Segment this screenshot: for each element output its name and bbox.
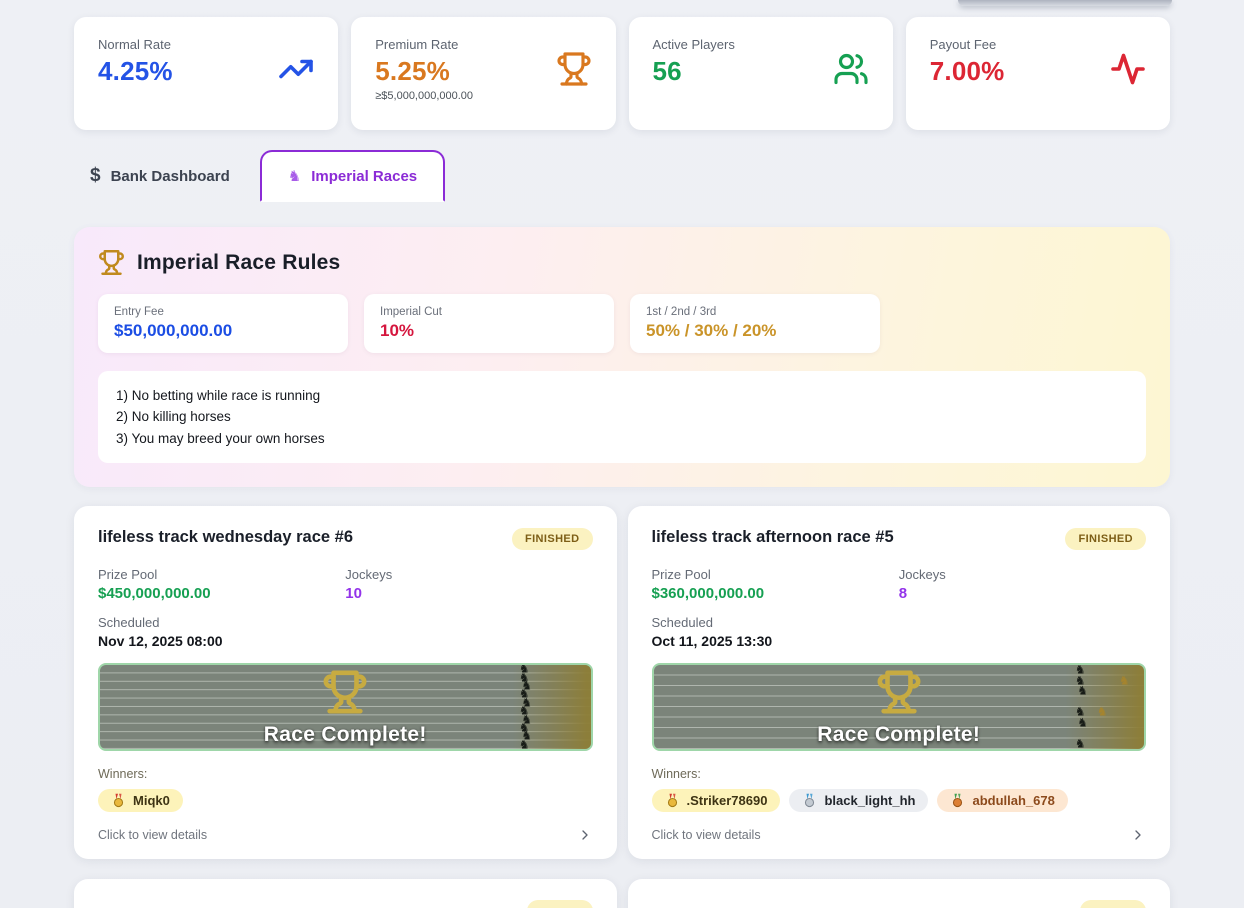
winner-chip[interactable]: .Striker78690 [652, 789, 781, 812]
race-card[interactable]: lifeless track afternoon race #5 FINISHE… [628, 506, 1171, 859]
horse-icon: ♞ [1097, 706, 1108, 718]
prize-pool-value: $450,000,000.00 [98, 585, 345, 602]
horse-icon: ♞ [1077, 685, 1088, 697]
status-badge: FINISHED [1065, 528, 1146, 550]
race-track: ♞♞♞♞♞♞♞♞ Race Complete! [652, 663, 1147, 751]
stat-value: 56 [653, 56, 735, 87]
races-grid: lifeless track wednesday race #6 FINISHE… [74, 506, 1170, 859]
rule-stat-label: Entry Fee [114, 306, 332, 318]
race-track: ♞♞♞♞♞♞♞♞♞♞ Race Complete! [98, 663, 593, 751]
activity-icon [1110, 51, 1146, 87]
status-badge: FINISHED [512, 528, 593, 550]
status-badge [527, 900, 593, 908]
rule-stat-label: Imperial Cut [380, 306, 598, 318]
chevron-right-icon [1130, 827, 1146, 843]
dashboard-page: Normal Rate 4.25% Premium Rate 5.25% ≥$5… [0, 0, 1244, 908]
rules-list: 1) No betting while race is running 2) N… [98, 371, 1146, 463]
view-details-row[interactable]: Click to view details [652, 827, 1147, 843]
race-complete-banner: Race Complete! [100, 723, 591, 747]
trending-up-icon [278, 51, 314, 87]
winners-label: Winners: [652, 767, 1147, 781]
view-details-row[interactable]: Click to view details [98, 827, 593, 843]
winner-name: Miqk0 [133, 793, 170, 808]
stat-value: 7.00% [930, 56, 1005, 87]
jockeys-value: 8 [899, 585, 1146, 602]
chevron-right-icon [577, 827, 593, 843]
winner-name: abdullah_678 [972, 793, 1054, 808]
stat-threshold: ≥$5,000,000,000.00 [375, 90, 473, 102]
jockeys-label: Jockeys [899, 567, 1146, 582]
gold-medal-icon [665, 793, 680, 808]
winner-name: black_light_hh [824, 793, 915, 808]
rule-stat-podium-split: 1st / 2nd / 3rd 50% / 30% / 20% [630, 294, 880, 353]
scheduled-label: Scheduled [98, 615, 593, 630]
bottom-row [74, 879, 1170, 908]
prize-pool-label: Prize Pool [652, 567, 899, 582]
race-card-partial[interactable] [74, 879, 617, 908]
prize-pool-label: Prize Pool [98, 567, 345, 582]
horse-icon: ♞ [288, 169, 301, 184]
stat-card-active-players: Active Players 56 [629, 17, 893, 130]
imperial-race-rules-panel: Imperial Race Rules Entry Fee $50,000,00… [74, 227, 1170, 487]
race-title: lifeless track wednesday race #6 [98, 528, 353, 547]
rules-panel-title: Imperial Race Rules [137, 251, 340, 275]
stat-label: Normal Rate [98, 37, 173, 52]
partial-top-element [958, 0, 1172, 6]
winners-label: Winners: [98, 767, 593, 781]
users-icon [833, 51, 869, 87]
trophy-icon [556, 51, 592, 87]
tab-label: Bank Dashboard [111, 168, 230, 185]
bronze-medal-icon [950, 793, 965, 808]
rule-stat-imperial-cut: Imperial Cut 10% [364, 294, 614, 353]
rule-stat-value: 50% / 30% / 20% [646, 321, 864, 341]
rule-stat-label: 1st / 2nd / 3rd [646, 306, 864, 318]
stat-value: 5.25% [375, 56, 473, 87]
stats-row: Normal Rate 4.25% Premium Rate 5.25% ≥$5… [74, 0, 1170, 130]
trophy-icon [98, 249, 125, 276]
race-complete-banner: Race Complete! [654, 723, 1145, 747]
race-title: lifeless track afternoon race #5 [652, 528, 894, 547]
jockeys-value: 10 [345, 585, 592, 602]
stat-card-payout-fee: Payout Fee 7.00% [906, 17, 1170, 130]
rule-stat-value: $50,000,000.00 [114, 321, 332, 341]
gold-medal-icon [111, 793, 126, 808]
scheduled-value: Nov 12, 2025 08:00 [98, 633, 593, 649]
tab-imperial-races[interactable]: ♞ Imperial Races [260, 150, 445, 202]
rule-stat-entry-fee: Entry Fee $50,000,000.00 [98, 294, 348, 353]
race-card[interactable]: lifeless track wednesday race #6 FINISHE… [74, 506, 617, 859]
silver-medal-icon [802, 793, 817, 808]
tab-bar: $ Bank Dashboard ♞ Imperial Races [74, 150, 1170, 202]
view-details-label: Click to view details [98, 828, 207, 842]
view-details-label: Click to view details [652, 828, 761, 842]
stat-label: Active Players [653, 37, 735, 52]
race-card-partial[interactable] [628, 879, 1171, 908]
scheduled-value: Oct 11, 2025 13:30 [652, 633, 1147, 649]
winner-chip[interactable]: black_light_hh [789, 789, 928, 812]
winner-chip[interactable]: Miqk0 [98, 789, 183, 812]
tab-label: Imperial Races [311, 168, 417, 185]
stat-value: 4.25% [98, 56, 173, 87]
rule-line: 2) No killing horses [116, 406, 1128, 427]
stat-label: Payout Fee [930, 37, 1005, 52]
status-badge [1080, 900, 1146, 908]
prize-pool-value: $360,000,000.00 [652, 585, 899, 602]
horse-icon: ♞ [1119, 674, 1130, 686]
stat-label: Premium Rate [375, 37, 473, 52]
dollar-icon: $ [90, 165, 101, 187]
scheduled-label: Scheduled [652, 615, 1147, 630]
rule-line: 3) You may breed your own horses [116, 428, 1128, 449]
stat-card-normal-rate: Normal Rate 4.25% [74, 17, 338, 130]
rule-line: 1) No betting while race is running [116, 385, 1128, 406]
jockeys-label: Jockeys [345, 567, 592, 582]
rule-stat-value: 10% [380, 321, 598, 341]
winner-name: .Striker78690 [687, 793, 768, 808]
stat-card-premium-rate: Premium Rate 5.25% ≥$5,000,000,000.00 [351, 17, 615, 130]
tab-bank-dashboard[interactable]: $ Bank Dashboard [74, 150, 260, 202]
winner-chip[interactable]: abdullah_678 [937, 789, 1067, 812]
